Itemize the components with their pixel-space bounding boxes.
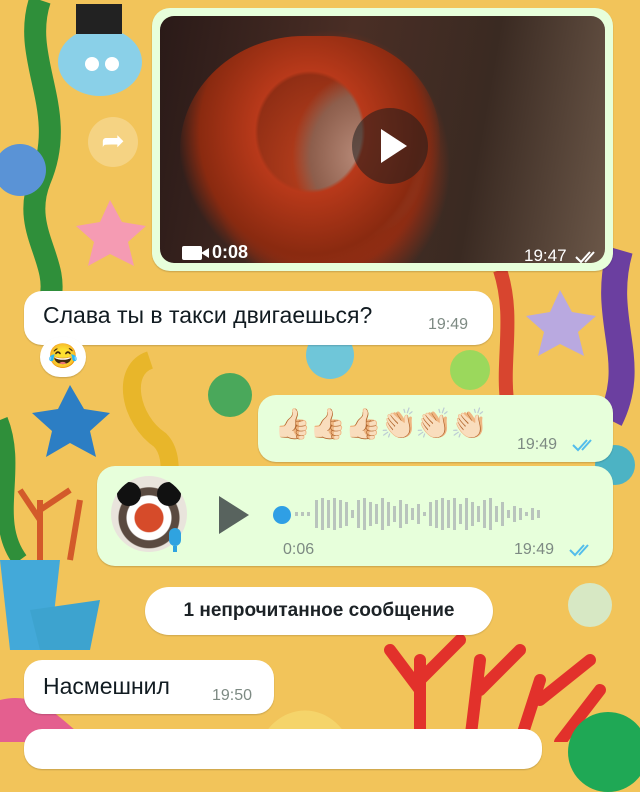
message-time: 19:49 [428,316,469,333]
play-video-button[interactable] [352,108,428,184]
voice-duration: 0:06 [283,541,315,558]
reaction-badge[interactable]: 😂 [40,337,86,377]
scroll-down-button[interactable] [568,712,640,792]
forward-button[interactable]: ➦ [88,117,138,167]
microphone-icon [169,528,181,552]
video-duration: 0:08 [212,242,249,262]
read-ticks-icon [572,439,592,452]
emoji-text: 👍🏻👍🏻👍🏻👏🏻👏🏻👏🏻 [274,408,488,441]
message-time: 19:49 [517,436,558,453]
message-time: 19:50 [212,687,253,704]
video-message-bubble[interactable]: 0:08 19:47 [152,8,613,271]
read-ticks-icon [575,251,595,263]
video-camera-icon [182,246,209,260]
video-thumbnail[interactable]: 0:08 19:47 [160,16,605,263]
play-voice-button[interactable] [219,496,249,534]
unread-messages-divider: 1 непрочитанное сообщение [145,587,493,635]
incoming-message-bubble[interactable] [24,729,542,769]
incoming-message-bubble[interactable]: Слава ты в такси двигаешься? 19:49 [24,291,493,345]
read-ticks-icon [569,544,589,557]
forward-arrow-icon: ➦ [101,125,125,156]
message-time: 19:49 [514,541,555,558]
message-text: Насмешнил [43,673,170,699]
voice-message-bubble[interactable]: 0:06 19:49 [97,466,613,566]
laughing-emoji: 😂 [48,343,78,370]
message-text: Слава ты в такси двигаешься? [43,302,373,328]
video-time: 19:47 [524,246,567,263]
voice-waveform[interactable] [293,494,563,534]
outgoing-message-bubble[interactable]: 👍🏻👍🏻👍🏻👏🏻👏🏻👏🏻 19:49 [258,395,613,462]
voice-progress-handle[interactable] [273,506,291,524]
incoming-message-bubble[interactable]: Насмешнил 19:50 [24,660,274,714]
